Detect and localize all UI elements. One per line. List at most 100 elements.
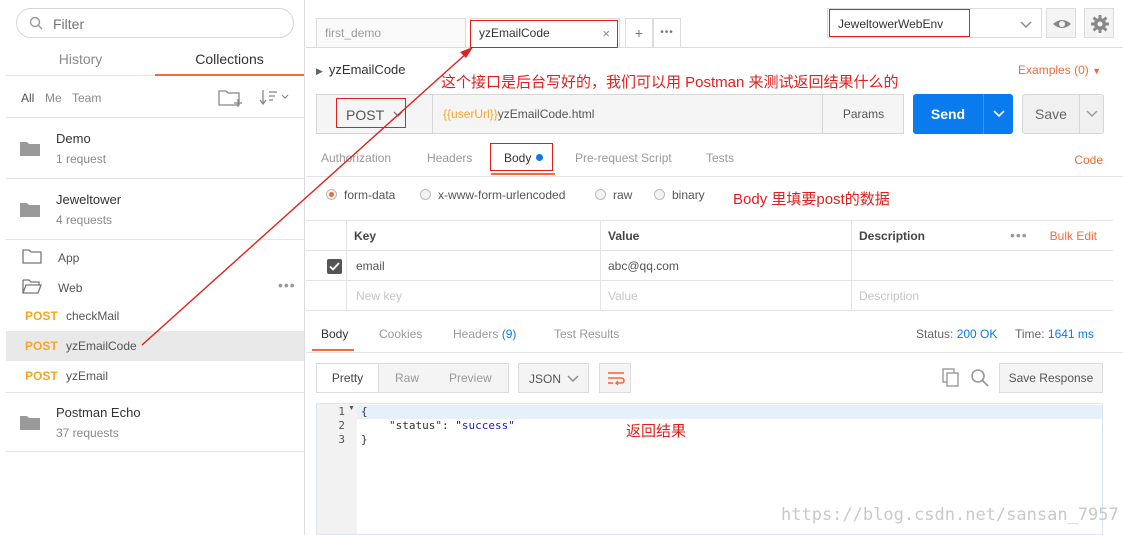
tab-response-body[interactable]: Body [321, 327, 348, 341]
format-select[interactable]: JSON [518, 363, 589, 393]
request-title[interactable]: ▶ yzEmailCode [316, 62, 406, 77]
tab-first-demo[interactable]: first_demo [316, 18, 466, 48]
status-label: Status: [916, 327, 954, 341]
request-item-checkmail[interactable]: POST checkMail [6, 301, 304, 331]
response-status: Status: 200 OK [916, 327, 997, 341]
folder-app[interactable]: App [6, 242, 304, 272]
more-tabs-button[interactable]: ••• [653, 18, 681, 48]
format-label: JSON [529, 372, 562, 386]
new-collection-icon[interactable] [218, 88, 244, 108]
response-time: Time: 1641 ms [1015, 327, 1094, 341]
save-button[interactable]: Save [1022, 94, 1104, 134]
row-checkbox[interactable] [327, 259, 342, 274]
settings-button[interactable] [1084, 8, 1114, 38]
new-value-input[interactable]: Value [600, 281, 638, 311]
view-preview-button[interactable]: Preview [449, 364, 492, 392]
line-number: 3 [338, 433, 345, 446]
send-label: Send [930, 106, 966, 122]
radio-binary[interactable]: binary [654, 188, 705, 202]
active-tab-indicator [312, 349, 354, 351]
filter-input[interactable] [53, 14, 283, 34]
copy-icon[interactable] [942, 368, 960, 388]
code-line: } [361, 433, 368, 446]
environment-quick-look-button[interactable] [1046, 8, 1076, 38]
json-key: "status" [389, 419, 442, 432]
save-response-button[interactable]: Save Response [999, 363, 1103, 393]
radio-label: x-www-form-urlencoded [438, 188, 566, 202]
send-dropdown[interactable] [983, 94, 1013, 134]
filter-me[interactable]: Me [45, 91, 62, 105]
tab-response-cookies[interactable]: Cookies [379, 327, 422, 341]
radio-label: binary [672, 188, 705, 202]
search-icon[interactable] [970, 368, 990, 388]
collection-count: 37 requests [56, 426, 119, 440]
url-variable: {{userUrl}} [443, 107, 498, 121]
new-description-input[interactable]: Description [851, 281, 919, 311]
bulk-edit-link[interactable]: Bulk Edit [1050, 221, 1097, 251]
cell-key[interactable]: email [348, 251, 385, 281]
highlight-tab [470, 20, 618, 48]
sort-icon[interactable] [259, 88, 289, 106]
gear-icon [1091, 15, 1109, 33]
save-label: Save [1035, 106, 1067, 122]
folder-more-icon[interactable]: ••• [278, 277, 296, 293]
tab-response-headers[interactable]: Headers (9) [453, 327, 516, 341]
radio-selected-icon [326, 189, 337, 200]
search-icon [29, 16, 43, 30]
send-button[interactable]: Send [913, 94, 1013, 134]
filter-box[interactable] [16, 8, 294, 38]
request-item-yzemailcode[interactable]: POST yzEmailCode [6, 331, 304, 361]
folder-web[interactable]: Web ••• [6, 272, 304, 302]
active-tab-indicator [491, 173, 555, 175]
filter-team[interactable]: Team [72, 91, 101, 105]
collection-count: 1 request [56, 152, 107, 166]
tab-headers[interactable]: Headers [427, 151, 472, 165]
save-dropdown[interactable] [1079, 95, 1103, 133]
tab-test-results[interactable]: Test Results [554, 327, 619, 341]
table-more-icon[interactable]: ••• [1010, 221, 1028, 249]
url-input[interactable]: {{userUrl}}yzEmailCode.html [443, 107, 594, 121]
cell-value[interactable]: abc@qq.com [600, 251, 679, 281]
code-line: "status": "success" [389, 419, 515, 432]
new-tab-button[interactable]: + [625, 18, 653, 48]
cell-description[interactable] [851, 251, 859, 281]
collection-count: 4 requests [56, 213, 113, 227]
time-label: Time: [1015, 327, 1045, 341]
caret-right-icon[interactable]: ▶ [316, 66, 323, 76]
line-number: 2 [338, 419, 345, 432]
response-view-toggle: Pretty Raw Preview [316, 363, 509, 393]
collection-jeweltower[interactable]: Jeweltower 4 requests [6, 180, 304, 240]
wrap-lines-button[interactable] [599, 363, 631, 393]
folder-icon [20, 142, 40, 156]
view-pretty-button[interactable]: Pretty [317, 364, 379, 392]
tab-authorization[interactable]: Authorization [321, 151, 391, 165]
examples-dropdown[interactable]: Examples (0) ▼ [1018, 63, 1101, 77]
tab-history[interactable]: History [6, 44, 155, 76]
caret-down-icon: ▼ [1092, 66, 1101, 76]
active-line [357, 405, 1102, 419]
new-key-input[interactable]: New key [348, 281, 402, 311]
annotation-top: 这个接口是后台写好的，我们可以用 Postman 来测试返回结果什么的 [441, 74, 899, 91]
params-button[interactable]: Params [822, 95, 904, 133]
collection-name: Demo [56, 131, 91, 146]
tab-tests[interactable]: Tests [706, 151, 734, 165]
request-method: POST [25, 309, 58, 323]
radio-x-www-form-urlencoded[interactable]: x-www-form-urlencoded [420, 188, 565, 202]
table-header-row: Key Value Description ••• Bulk Edit [306, 221, 1113, 251]
headers-count: (9) [501, 327, 517, 341]
status-value: 200 OK [956, 327, 998, 341]
tab-pre-request-script[interactable]: Pre-request Script [575, 151, 672, 165]
tab-collections[interactable]: Collections [155, 44, 304, 76]
divider [306, 352, 1123, 353]
collection-postman-echo[interactable]: Postman Echo 37 requests [6, 392, 304, 452]
code-link[interactable]: Code [1074, 153, 1103, 167]
filter-all[interactable]: All [21, 91, 34, 105]
view-raw-button[interactable]: Raw [395, 364, 419, 392]
examples-label: Examples (0) [1018, 63, 1089, 77]
sidebar: History Collections All Me Team Demo 1 r… [0, 0, 305, 535]
fold-arrow-icon[interactable]: ▼ [348, 405, 355, 412]
request-item-yzemail[interactable]: POST yzEmail [6, 361, 304, 391]
radio-form-data[interactable]: form-data [326, 188, 395, 202]
radio-raw[interactable]: raw [595, 188, 632, 202]
collection-demo[interactable]: Demo 1 request [6, 119, 304, 179]
